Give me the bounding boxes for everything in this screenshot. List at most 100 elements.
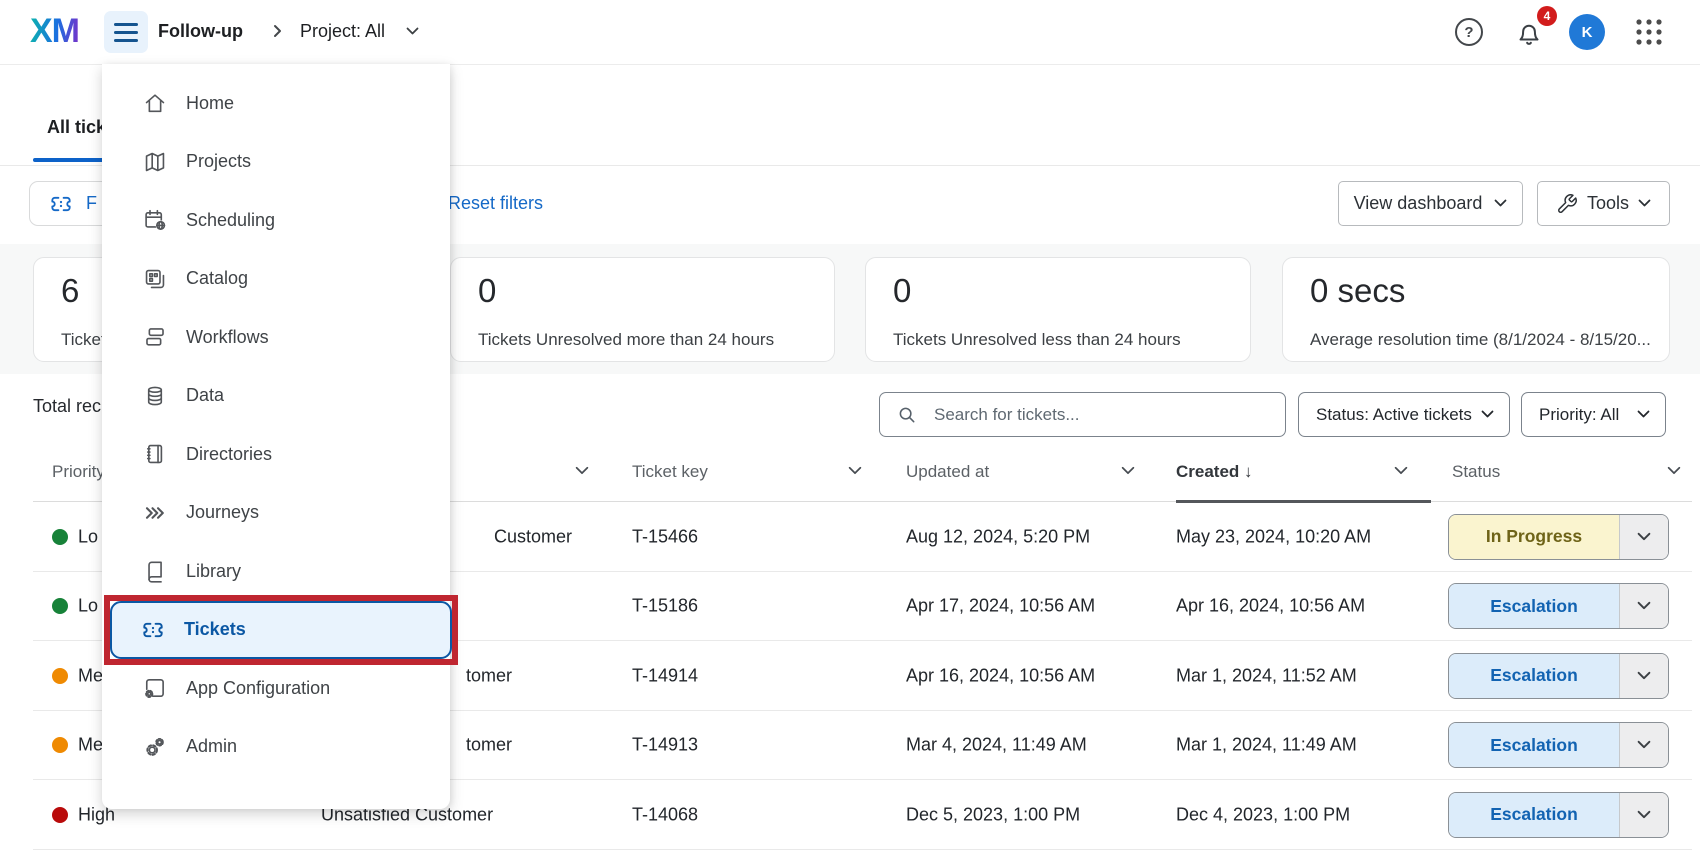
column-header-status[interactable]: Status (1452, 462, 1500, 482)
stat-label: Ticket (61, 330, 106, 350)
hamburger-menu-button[interactable] (104, 11, 148, 53)
status-dropdown[interactable]: Escalation (1448, 583, 1669, 629)
stat-card-avg-resolution: 0 secs Average resolution time (8/1/2024… (1282, 257, 1670, 362)
menu-item-tickets[interactable]: Tickets (102, 601, 450, 660)
updated-at-cell: Dec 5, 2023, 1:00 PM (906, 804, 1080, 825)
journeys-icon (142, 500, 168, 526)
chevron-down-icon[interactable] (1619, 723, 1668, 767)
library-icon (142, 558, 168, 584)
status-dropdown[interactable]: In Progress (1448, 514, 1669, 560)
admin-icon (142, 734, 168, 760)
tickets-active-item[interactable]: Tickets (110, 601, 452, 660)
stat-card-unresolved-more-24h: 0 Tickets Unresolved more than 24 hours (450, 257, 835, 362)
search-input[interactable] (932, 404, 1285, 426)
stat-value: 0 secs (1310, 272, 1405, 310)
ticket-key-cell: T-15466 (632, 526, 698, 547)
column-header-updated-at[interactable]: Updated at (906, 462, 989, 482)
created-cell: Mar 1, 2024, 11:49 AM (1176, 735, 1357, 756)
ticket-name-cell: tomer (466, 735, 512, 756)
chevron-down-icon (1637, 410, 1650, 419)
priority-cell: Me (78, 735, 103, 756)
priority-cell: Lo (78, 526, 98, 547)
stat-label: Tickets Unresolved more than 24 hours (478, 330, 774, 350)
stat-value: 0 (478, 272, 496, 310)
priority-dot-medium (52, 668, 68, 684)
status-badge: Escalation (1449, 584, 1619, 628)
column-menu-chevron-icon[interactable] (1394, 466, 1408, 476)
stat-value: 6 (61, 272, 79, 310)
menu-item-library[interactable]: Library (102, 542, 450, 601)
chevron-down-icon[interactable] (1619, 654, 1668, 698)
global-nav-menu: Home Projects Scheduling (102, 64, 450, 809)
tickets-page: XM Follow-up Project: All ? 4 K (0, 0, 1700, 850)
breadcrumb-project-selector[interactable]: Project: All (300, 21, 385, 42)
total-records-label: Total rec (33, 396, 101, 417)
projects-icon (142, 149, 168, 175)
status-badge: Escalation (1449, 723, 1619, 767)
created-cell: May 23, 2024, 10:20 AM (1176, 526, 1371, 547)
workflows-icon (142, 324, 168, 350)
chevron-down-icon[interactable] (1619, 515, 1668, 559)
top-bar: XM Follow-up Project: All ? 4 K (0, 0, 1700, 65)
ticket-icon (140, 617, 166, 643)
app-grid-icon[interactable] (1634, 17, 1664, 47)
status-dropdown[interactable]: Escalation (1448, 722, 1669, 768)
tab-all-tickets[interactable]: All tick (47, 117, 106, 138)
help-icon[interactable]: ? (1455, 18, 1483, 46)
status-badge: Escalation (1449, 793, 1619, 837)
column-menu-chevron-icon[interactable] (848, 466, 862, 476)
menu-item-home[interactable]: Home (102, 74, 450, 133)
stat-card-unresolved-less-24h: 0 Tickets Unresolved less than 24 hours (865, 257, 1251, 362)
status-dropdown[interactable]: Escalation (1448, 792, 1669, 838)
menu-item-directories[interactable]: Directories (102, 425, 450, 484)
avatar[interactable]: K (1569, 14, 1605, 50)
column-header-priority[interactable]: Priority (52, 462, 105, 482)
view-dashboard-button[interactable]: View dashboard (1338, 181, 1523, 226)
column-header-ticket-key[interactable]: Ticket key (632, 462, 708, 482)
status-dropdown[interactable]: Escalation (1448, 653, 1669, 699)
column-menu-chevron-icon[interactable] (1121, 466, 1135, 476)
priority-filter-dropdown[interactable]: Priority: All (1521, 392, 1666, 437)
chevron-down-icon[interactable] (1619, 584, 1668, 628)
priority-cell: Me (78, 665, 103, 686)
chevron-right-icon (272, 24, 284, 38)
column-menu-chevron-icon[interactable] (1667, 466, 1681, 476)
ticket-name-cell: tomer (466, 665, 512, 686)
menu-item-data[interactable]: Data (102, 367, 450, 426)
annotation-highlight-box: Tickets (104, 595, 458, 666)
priority-dot-low (52, 529, 68, 545)
updated-at-cell: Apr 16, 2024, 10:56 AM (906, 665, 1095, 686)
status-badge: Escalation (1449, 654, 1619, 698)
tools-button[interactable]: Tools (1537, 181, 1670, 226)
column-menu-chevron-icon[interactable] (575, 466, 589, 476)
menu-item-projects[interactable]: Projects (102, 133, 450, 192)
sort-desc-arrow-icon: ↓ (1244, 462, 1253, 481)
stat-value: 0 (893, 272, 911, 310)
menu-item-app-configuration[interactable]: App Configuration (102, 659, 450, 718)
menu-item-admin[interactable]: Admin (102, 718, 450, 777)
menu-item-workflows[interactable]: Workflows (102, 308, 450, 367)
stat-label: Tickets Unresolved less than 24 hours (893, 330, 1181, 350)
home-icon (142, 90, 168, 116)
chevron-down-icon[interactable] (1619, 793, 1668, 837)
reset-filters-link[interactable]: Reset filters (448, 193, 543, 214)
menu-item-catalog[interactable]: Catalog (102, 250, 450, 309)
breadcrumb-section[interactable]: Follow-up (158, 21, 243, 42)
column-header-created[interactable]: Created ↓ (1176, 462, 1253, 482)
status-badge: In Progress (1449, 515, 1619, 559)
filter-button-label: F (86, 193, 97, 214)
menu-item-journeys[interactable]: Journeys (102, 484, 450, 543)
catalog-icon (142, 266, 168, 292)
updated-at-cell: Apr 17, 2024, 10:56 AM (906, 596, 1095, 617)
menu-item-scheduling[interactable]: Scheduling (102, 191, 450, 250)
chevron-down-icon[interactable] (406, 27, 419, 36)
ticket-key-cell: T-14913 (632, 735, 698, 756)
directories-icon (142, 441, 168, 467)
created-cell: Dec 4, 2023, 1:00 PM (1176, 804, 1350, 825)
scheduling-icon (142, 207, 168, 233)
ticket-search[interactable] (879, 392, 1286, 437)
created-cell: Mar 1, 2024, 11:52 AM (1176, 665, 1357, 686)
wrench-icon (1556, 193, 1578, 215)
ticket-name-cell: Customer (494, 526, 572, 547)
status-filter-dropdown[interactable]: Status: Active tickets (1298, 392, 1510, 437)
